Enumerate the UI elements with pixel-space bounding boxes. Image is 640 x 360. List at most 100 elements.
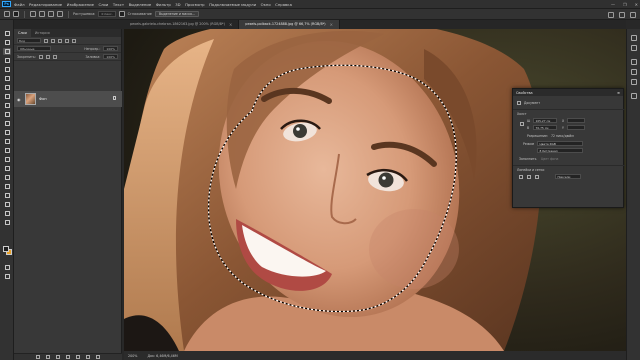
blend-mode-select[interactable]: Обычные (17, 46, 51, 51)
zoom-tool-icon[interactable] (3, 210, 11, 217)
filter-adjustment-icon[interactable] (51, 38, 55, 43)
share-icon[interactable] (630, 12, 636, 18)
antialias-checkbox[interactable] (118, 11, 125, 17)
add-mask-icon[interactable] (56, 355, 60, 359)
close-icon[interactable]: × (229, 20, 232, 29)
pen-tool-icon[interactable] (3, 165, 11, 172)
workspace-icon[interactable] (619, 12, 625, 18)
x-input[interactable] (567, 118, 585, 123)
bit-depth-select[interactable]: 8 бит/канал (537, 148, 583, 153)
filter-smart-object-icon[interactable] (72, 38, 76, 43)
adjustments-panel-icon[interactable] (631, 59, 637, 65)
gradient-tool-icon[interactable] (3, 138, 11, 145)
photoshop-logo[interactable]: Ps (2, 1, 11, 7)
panel-menu-icon[interactable]: ≡ (617, 91, 620, 95)
rectangle-tool-icon[interactable] (3, 192, 11, 199)
menu-edit[interactable]: Редактирование (29, 2, 62, 7)
new-selection-icon[interactable] (29, 11, 36, 17)
y-input[interactable] (567, 125, 585, 130)
home-icon[interactable] (4, 11, 10, 17)
eraser-tool-icon[interactable] (3, 129, 11, 136)
menu-view[interactable]: Просмотр (185, 2, 205, 7)
add-to-selection-icon[interactable] (38, 11, 45, 17)
libraries-panel-icon[interactable] (631, 69, 637, 75)
history-brush-tool-icon[interactable] (3, 120, 11, 127)
lock-pixels-icon[interactable] (38, 54, 43, 59)
grid-icon[interactable] (527, 175, 531, 179)
link-layers-icon[interactable] (36, 355, 40, 359)
lock-position-icon[interactable] (45, 54, 50, 59)
maximize-button[interactable]: ❐ (623, 2, 627, 7)
menu-3d[interactable]: 3D (175, 2, 180, 7)
new-group-icon[interactable] (76, 355, 80, 359)
crop-tool-icon[interactable] (3, 66, 11, 73)
ruler-icon[interactable] (519, 175, 523, 179)
tab-layers[interactable]: Слои (14, 29, 31, 37)
search-icon[interactable] (608, 12, 614, 18)
filter-type-icon[interactable] (58, 38, 62, 43)
fill-input[interactable]: 100% (103, 54, 118, 59)
mode-select[interactable]: Цвета RGB (537, 141, 583, 146)
menu-filter[interactable]: Фильтр (156, 2, 171, 7)
paths-panel-icon[interactable] (631, 79, 637, 85)
screen-mode-icon[interactable] (3, 273, 11, 280)
visibility-eye-icon[interactable]: ◉ (17, 97, 22, 102)
frame-tool-icon[interactable] (3, 75, 11, 82)
layer-filter-select[interactable]: Вид (17, 38, 41, 43)
move-tool-icon[interactable] (3, 30, 11, 37)
menu-help[interactable]: Справка (275, 2, 292, 7)
blur-tool-icon[interactable] (3, 147, 11, 154)
close-button[interactable]: ✕ (635, 2, 638, 7)
menu-select[interactable]: Выделение (129, 2, 152, 7)
lasso-tool-icon[interactable] (3, 48, 11, 55)
foreground-color-swatch[interactable] (3, 246, 9, 252)
width-input[interactable]: 105,27 см (533, 118, 557, 123)
intersect-selection-icon[interactable] (56, 11, 63, 17)
hand-tool-icon[interactable] (3, 201, 11, 208)
minimize-button[interactable]: — (611, 2, 615, 7)
path-select-tool-icon[interactable] (3, 183, 11, 190)
menu-text[interactable]: Текст (113, 2, 124, 7)
zoom-level[interactable]: 200% (128, 354, 137, 358)
brush-tool-icon[interactable] (3, 102, 11, 109)
tab-document-2[interactable]: pexels-polback-1724888.jpg @ 66,7% (RGB/… (239, 20, 340, 29)
quick-mask-icon[interactable] (3, 264, 11, 271)
properties-header[interactable]: Свойства ≡ (513, 89, 623, 96)
layer-row-background[interactable]: ◉ Фон (14, 91, 122, 107)
eyedropper-tool-icon[interactable] (3, 84, 11, 91)
fill-select[interactable]: Цвет фона (541, 157, 558, 161)
tab-document-1[interactable]: pexels-gabriela-chebran-1862163.jpg @ 20… (124, 20, 240, 29)
menu-image[interactable]: Изображение (67, 2, 94, 7)
swatches-panel-icon[interactable] (631, 45, 637, 51)
adjustment-layer-icon[interactable] (66, 355, 70, 359)
layer-style-icon[interactable] (46, 355, 50, 359)
properties-panel-icon[interactable] (631, 93, 637, 99)
new-layer-icon[interactable] (86, 355, 90, 359)
clone-stamp-tool-icon[interactable] (3, 111, 11, 118)
tab-history[interactable]: История (31, 29, 54, 37)
menu-plugins[interactable]: Подключаемые модули (209, 2, 256, 7)
dodge-tool-icon[interactable] (3, 156, 11, 163)
type-tool-icon[interactable] (3, 174, 11, 181)
height-input[interactable]: 70,75 см (533, 125, 557, 130)
delete-layer-icon[interactable] (96, 355, 100, 359)
close-icon[interactable]: × (330, 20, 333, 29)
select-and-mask-button[interactable]: Выделение и маска... (154, 10, 200, 18)
feather-input[interactable]: 0 пикс. (98, 11, 116, 17)
lasso-tool-preset-icon[interactable] (13, 11, 19, 17)
healing-brush-tool-icon[interactable] (3, 93, 11, 100)
link-dimensions-icon[interactable] (520, 122, 524, 126)
subtract-from-selection-icon[interactable] (47, 11, 54, 17)
filter-shape-icon[interactable] (65, 38, 69, 43)
filter-pixel-icon[interactable] (44, 38, 48, 43)
menu-file[interactable]: Файл (14, 2, 25, 7)
guides-icon[interactable] (535, 175, 539, 179)
rulers-section-label[interactable]: Линейки и сетки (517, 168, 544, 172)
canvas-section-label[interactable]: Холст (517, 112, 527, 116)
quick-select-tool-icon[interactable] (3, 57, 11, 64)
opacity-input[interactable]: 100% (103, 46, 118, 51)
marquee-tool-icon[interactable] (3, 39, 11, 46)
units-select[interactable]: Пиксели (555, 174, 581, 179)
menu-window[interactable]: Окно (261, 2, 271, 7)
document-info[interactable]: Док: 6,46M/6,46M (147, 354, 177, 358)
